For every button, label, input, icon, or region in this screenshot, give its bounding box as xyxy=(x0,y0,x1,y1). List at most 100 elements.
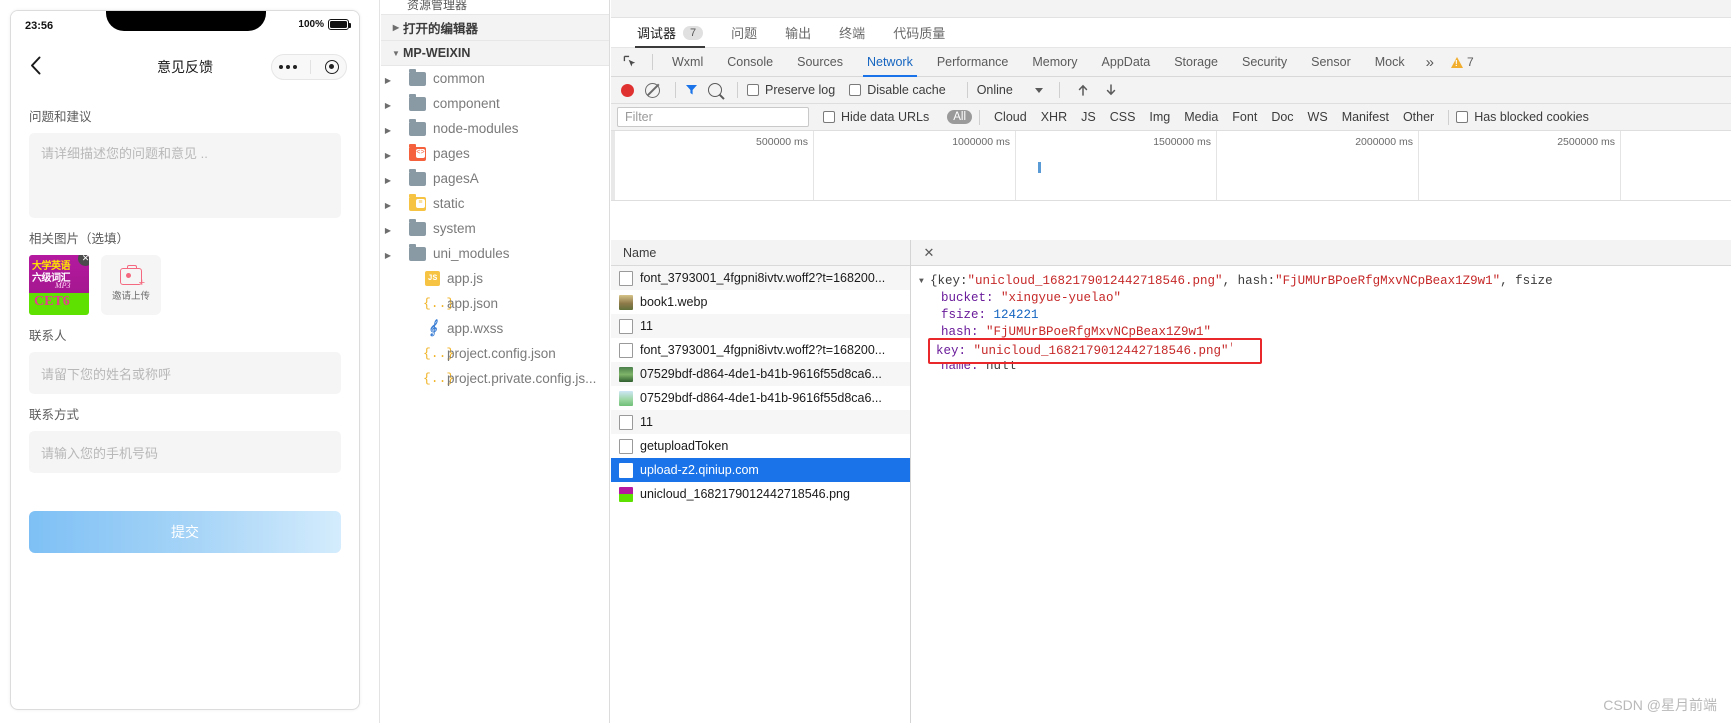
more-tabs-button[interactable]: » xyxy=(1417,48,1443,77)
tab-sources[interactable]: Sources xyxy=(785,48,855,77)
tab-performance[interactable]: Performance xyxy=(925,48,1021,77)
filter-type-cloud[interactable]: Cloud xyxy=(987,109,1034,125)
chevron-right-icon[interactable]: ▶ xyxy=(381,251,395,260)
panel-tab-调试器[interactable]: 调试器 7 xyxy=(623,18,717,48)
panel-tab-输出[interactable]: 输出 xyxy=(771,18,825,48)
tree-item-common[interactable]: ▶ common xyxy=(381,66,609,91)
tab-mock[interactable]: Mock xyxy=(1363,48,1417,77)
close-target-icon[interactable] xyxy=(325,60,340,74)
filter-type-xhr[interactable]: XHR xyxy=(1034,109,1074,125)
tab-sensor[interactable]: Sensor xyxy=(1299,48,1363,77)
tab-network[interactable]: Network xyxy=(855,48,925,77)
panel-tab-代码质量[interactable]: 代码质量 xyxy=(879,18,959,48)
collapse-triangle-icon[interactable]: ▼ xyxy=(919,273,930,290)
record-icon[interactable] xyxy=(621,83,634,97)
chevron-right-icon[interactable]: ▶ xyxy=(381,76,395,85)
filter-type-other[interactable]: Other xyxy=(1396,109,1441,125)
tab-appdata[interactable]: AppData xyxy=(1090,48,1163,77)
contact-phone-input[interactable]: 请输入您的手机号码 xyxy=(29,431,341,473)
problem-textarea[interactable]: 请详细描述您的问题和意见 .. xyxy=(29,133,341,218)
chevron-right-icon[interactable]: ▶ xyxy=(381,126,395,135)
tree-item-uni-modules[interactable]: ▶ uni_modules xyxy=(381,241,609,266)
has-blocked-cookies-checkbox[interactable]: Has blocked cookies xyxy=(1456,110,1589,124)
request-row[interactable]: 11 xyxy=(611,314,910,338)
funnel-icon[interactable] xyxy=(685,84,698,96)
close-icon[interactable]: ✕ xyxy=(919,243,939,263)
preserve-log-checkbox[interactable]: Preserve log xyxy=(747,83,835,97)
panel-tab-问题[interactable]: 问题 xyxy=(717,18,771,48)
request-row[interactable]: font_3793001_4fgpni8ivtv.woff2?t=168200.… xyxy=(611,266,910,290)
disable-cache-checkbox[interactable]: Disable cache xyxy=(849,83,946,97)
checkbox-box[interactable] xyxy=(823,111,835,123)
filter-type-doc[interactable]: Doc xyxy=(1264,109,1300,125)
upload-image-button[interactable]: + 邀请上传 xyxy=(101,255,161,315)
network-timeline[interactable]: 500000 ms 1000000 ms 1500000 ms 2000000 ms 2… xyxy=(611,131,1731,201)
status-time: 23:56 xyxy=(25,20,54,32)
chevron-right-icon[interactable]: ▶ xyxy=(381,201,395,210)
tab-wxml[interactable]: Wxml xyxy=(660,48,715,77)
tree-item-node-modules[interactable]: ▶ node-modules xyxy=(381,116,609,141)
css-file-icon: 𝄞 xyxy=(428,320,437,336)
hide-data-urls-checkbox[interactable]: Hide data URLs xyxy=(823,110,929,124)
filter-type-ws[interactable]: WS xyxy=(1301,109,1335,125)
request-row[interactable]: unicloud_1682179012442718546.png xyxy=(611,482,910,506)
search-icon[interactable] xyxy=(708,83,722,97)
tree-item-app-json[interactable]: {..} app.json xyxy=(381,291,609,316)
import-har-icon[interactable] xyxy=(1075,82,1091,98)
tree-item-project-private-config-js-[interactable]: {..} project.private.config.js... xyxy=(381,366,609,391)
contact-name-input[interactable]: 请留下您的姓名或称呼 xyxy=(29,352,341,394)
submit-button[interactable]: 提交 xyxy=(29,511,341,553)
tree-item-component[interactable]: ▶ component xyxy=(381,91,609,116)
export-har-icon[interactable] xyxy=(1103,82,1119,98)
request-row[interactable]: getuploadToken xyxy=(611,434,910,458)
tree-item-static[interactable]: ▶ ≡ static xyxy=(381,191,609,216)
request-row[interactable]: upload-z2.qiniup.com xyxy=(611,458,910,482)
panel-tab-label: 终端 xyxy=(839,26,866,41)
request-column-header[interactable]: Name xyxy=(611,240,910,266)
panel-tab-终端[interactable]: 终端 xyxy=(825,18,879,48)
request-row[interactable]: 11 xyxy=(611,410,910,434)
request-row[interactable]: book1.webp xyxy=(611,290,910,314)
filter-type-js[interactable]: JS xyxy=(1074,109,1103,125)
image-thumbnail[interactable]: 大学英语 六级词汇 MP3 CET6 ✕ xyxy=(29,255,89,315)
chevron-down-icon[interactable] xyxy=(1034,87,1043,93)
filter-input[interactable]: Filter xyxy=(617,107,809,127)
filter-type-media[interactable]: Media xyxy=(1177,109,1225,125)
chevron-right-icon[interactable]: ▶ xyxy=(381,151,395,160)
tree-item-project-config-json[interactable]: {..} project.config.json xyxy=(381,341,609,366)
chevron-right-icon[interactable]: ▶ xyxy=(381,101,395,110)
filter-type-font[interactable]: Font xyxy=(1225,109,1264,125)
label-contact-name: 联系人 xyxy=(29,329,67,343)
open-editors-section[interactable]: ▶ 打开的编辑器 xyxy=(381,14,609,40)
tab-memory[interactable]: Memory xyxy=(1020,48,1089,77)
warning-indicator[interactable]: 7 xyxy=(1450,55,1474,69)
tree-item-pages[interactable]: ▶ <> pages xyxy=(381,141,609,166)
checkbox-box[interactable] xyxy=(849,84,862,96)
filter-type-manifest[interactable]: Manifest xyxy=(1335,109,1396,125)
tree-item-app-js[interactable]: JS app.js xyxy=(381,266,609,291)
filter-type-css[interactable]: CSS xyxy=(1103,109,1143,125)
project-root-section[interactable]: ▼ MP-WEIXIN xyxy=(381,40,609,66)
json-root-suffix: , fsize xyxy=(1500,274,1553,288)
chevron-right-icon[interactable]: ▶ xyxy=(381,226,395,235)
capsule-buttons[interactable] xyxy=(271,54,347,80)
filter-type-all[interactable]: All xyxy=(947,110,973,124)
tree-item-pagesa[interactable]: ▶ pagesA xyxy=(381,166,609,191)
clear-icon[interactable] xyxy=(645,82,660,98)
filter-type-img[interactable]: Img xyxy=(1142,109,1177,125)
tab-console[interactable]: Console xyxy=(715,48,785,77)
request-row[interactable]: 07529bdf-d864-4de1-b41b-9616f55d8ca6... xyxy=(611,386,910,410)
throttling-select[interactable]: Online xyxy=(977,83,1013,97)
battery-percent: 100% xyxy=(298,19,324,30)
chevron-right-icon[interactable]: ▶ xyxy=(381,176,395,185)
request-row[interactable]: font_3793001_4fgpni8ivtv.woff2?t=168200.… xyxy=(611,338,910,362)
tab-storage[interactable]: Storage xyxy=(1162,48,1230,77)
tab-security[interactable]: Security xyxy=(1230,48,1299,77)
checkbox-box[interactable] xyxy=(1456,111,1469,123)
checkbox-box[interactable] xyxy=(747,84,759,96)
request-row[interactable]: 07529bdf-d864-4de1-b41b-9616f55d8ca6... xyxy=(611,362,910,386)
tree-item-system[interactable]: ▶ system xyxy=(381,216,609,241)
inspect-element-icon[interactable] xyxy=(619,52,641,72)
tree-item-app-wxss[interactable]: 𝄞 app.wxss xyxy=(381,316,609,341)
more-dots-icon[interactable] xyxy=(278,65,297,69)
